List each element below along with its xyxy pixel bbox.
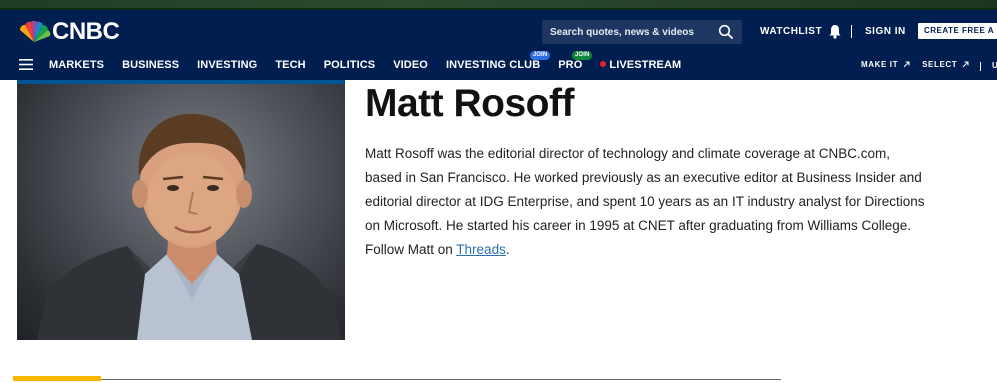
nav-investing-club[interactable]: INVESTING CLUB JOIN: [445, 51, 551, 72]
header-divider: [851, 25, 852, 38]
secondary-nav: MAKE IT SELECT: [861, 60, 981, 69]
nav-pro[interactable]: PRO JOIN: [558, 51, 593, 72]
author-bio: Matt Rosoff was the editorial director o…: [365, 142, 965, 262]
top-strip-line: [0, 8, 997, 10]
logo-text: CNBC: [52, 18, 120, 45]
author-photo: [17, 84, 345, 340]
cnbc-logo[interactable]: CNBC: [17, 18, 120, 45]
create-account-button[interactable]: CREATE FREE A: [918, 23, 997, 39]
site-header: CNBC WATCHLIST SIGN IN CREATE FREE A MAR…: [0, 0, 997, 80]
watchlist-button[interactable]: WATCHLIST: [760, 24, 842, 39]
bell-icon: [829, 25, 841, 39]
author-name: Matt Rosoff: [365, 82, 574, 125]
search-icon[interactable]: [718, 24, 734, 40]
bio-line: based in San Francisco. He worked previo…: [365, 170, 922, 185]
follow-suffix: .: [505, 242, 510, 257]
nav-investing-club-label: INVESTING CLUB: [445, 59, 541, 71]
external-link-icon: [962, 61, 969, 68]
nav-business[interactable]: BUSINESS: [122, 58, 179, 72]
follow-prefix: Follow Matt on: [365, 242, 457, 257]
bio-line: editorial director at IDG Enterprise, an…: [365, 194, 925, 209]
portrait-illustration: [37, 113, 342, 340]
nav-markets[interactable]: MARKETS: [49, 58, 104, 72]
hamburger-menu-icon[interactable]: [19, 59, 33, 70]
join-badge: JOIN: [571, 51, 593, 60]
follow-line: Follow Matt on Threads.: [365, 238, 965, 262]
nav-livestream[interactable]: LIVESTREAM: [600, 58, 681, 72]
nav-make-it-label: MAKE IT: [861, 60, 899, 69]
secondary-nav-divider: [980, 62, 981, 71]
watchlist-label: WATCHLIST: [760, 26, 823, 37]
peacock-icon: [19, 21, 51, 42]
section-divider-line: [101, 379, 781, 380]
nav-select[interactable]: SELECT: [922, 60, 969, 69]
external-link-icon: [903, 61, 910, 68]
nav-livestream-label: LIVESTREAM: [609, 59, 682, 71]
nav-investing[interactable]: INVESTING: [197, 58, 257, 72]
nav-video[interactable]: VIDEO: [393, 58, 428, 72]
nav-politics[interactable]: POLITICS: [324, 58, 376, 72]
sign-in-link[interactable]: SIGN IN: [865, 26, 906, 37]
join-badge: JOIN: [529, 51, 551, 60]
search-input[interactable]: [542, 20, 712, 44]
bio-line: Matt Rosoff was the editorial director o…: [365, 146, 890, 161]
bio-line: on Microsoft. He started his career in 1…: [365, 218, 911, 233]
nav-pro-label: PRO: [558, 59, 583, 71]
nav-tech[interactable]: TECH: [275, 58, 305, 72]
nav-select-label: SELECT: [922, 60, 958, 69]
main-nav: MARKETS BUSINESS INVESTING TECH POLITICS…: [49, 51, 699, 72]
search-box[interactable]: [542, 20, 742, 44]
nav-make-it[interactable]: MAKE IT: [861, 60, 910, 69]
nav-truncated-item[interactable]: U: [992, 61, 997, 70]
section-divider-accent: [13, 376, 101, 381]
live-dot-icon: [600, 61, 607, 67]
threads-link[interactable]: Threads: [456, 242, 506, 257]
